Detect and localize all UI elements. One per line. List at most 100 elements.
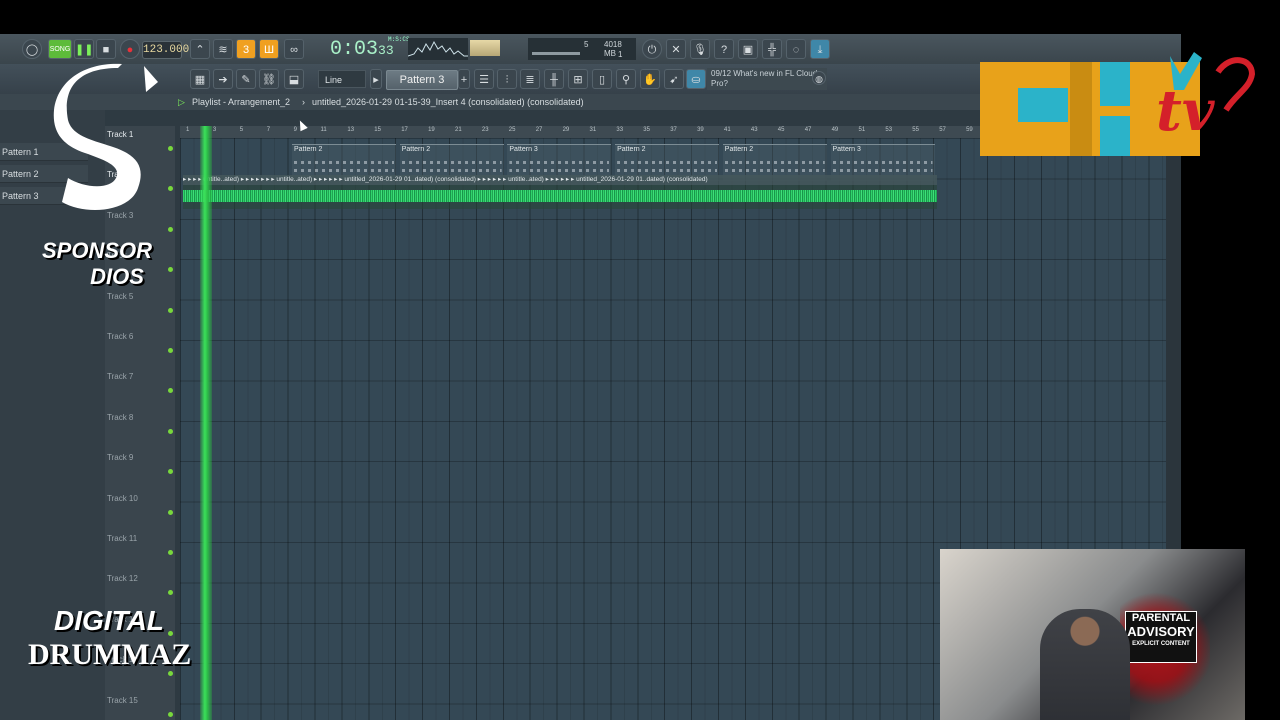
track-label[interactable]: Track 7	[107, 372, 171, 410]
plugin-icon[interactable]: ╬	[762, 39, 782, 59]
microphone-icon[interactable]: 🎙	[690, 39, 710, 59]
power-icon[interactable]: ⏻	[642, 39, 662, 59]
track-mute-led[interactable]	[168, 267, 173, 273]
ruler-tick: 35	[643, 127, 650, 133]
help-icon[interactable]: ?	[714, 39, 734, 59]
plug-icon[interactable]: ⚲	[616, 69, 636, 89]
mixer-settings-icon[interactable]: ✕	[666, 39, 686, 59]
time-main: 0:03	[330, 38, 379, 61]
track-label[interactable]: Track 8	[107, 413, 171, 451]
playlist-icon[interactable]: ☰	[474, 69, 494, 89]
ruler-tick: 53	[885, 127, 893, 133]
ruler-tick: 5	[239, 127, 244, 133]
pat-song-toggle-icon[interactable]: ◯	[22, 39, 42, 59]
stop-button[interactable]: ■	[96, 39, 116, 59]
ruler-tick: 47	[804, 127, 812, 133]
pattern-clip-notes	[832, 161, 933, 172]
sponsor-overlay: SPONSOR DIOS	[42, 238, 152, 290]
chtv-logo: tv	[980, 52, 1256, 156]
oscilloscope	[407, 38, 468, 60]
drummaz-line-1: DIGITAL	[54, 605, 164, 636]
browser-icon[interactable]: ⊞	[568, 69, 588, 89]
track-mute-led[interactable]	[168, 590, 173, 596]
track-mute-led[interactable]	[168, 428, 173, 434]
chat-icon[interactable]: ◌	[786, 39, 806, 59]
parental-line-3: EXPLICIT CONTENT	[1132, 641, 1190, 647]
track-mute-led[interactable]	[168, 509, 173, 515]
ruler-tick: 59	[966, 127, 973, 133]
digital-drummaz-overlay: DIGITAL DRUMMAZ	[28, 604, 191, 672]
song-mode-button[interactable]: SONG	[48, 39, 72, 59]
parental-advisory-sign: PARENTAL ADVISORY EXPLICIT CONTENT	[1125, 611, 1197, 663]
pattern-prev-icon[interactable]: ▸	[370, 69, 382, 89]
record-button[interactable]: ●	[120, 39, 140, 59]
track-mute-led[interactable]	[168, 226, 173, 232]
ruler-tick: 11	[320, 127, 327, 133]
stamp-icon[interactable]: ⬓	[284, 69, 304, 89]
ruler-tick: 37	[670, 127, 677, 133]
play-button[interactable]: ❚❚	[74, 39, 94, 59]
loop-record-icon[interactable]: ∞	[284, 39, 304, 59]
plugin-picker-icon[interactable]: ▯	[592, 69, 612, 89]
track-label[interactable]: Track 5	[107, 292, 171, 330]
track-mute-led[interactable]	[168, 307, 173, 313]
hand-icon[interactable]: ✋	[640, 69, 660, 89]
song-position-marker[interactable]	[200, 126, 212, 720]
ruler-tick: 41	[724, 127, 731, 133]
ruler-tick: 49	[831, 127, 839, 133]
tempo-display[interactable]: 123.000	[142, 41, 189, 59]
ruler-tick: 25	[508, 127, 516, 133]
memory-panel: 5 4018 MB 1	[528, 38, 636, 60]
arrow-icon[interactable]: ➔	[213, 69, 233, 89]
ruler-tick: 45	[777, 127, 785, 133]
snap-selector[interactable]: Line	[318, 70, 366, 88]
touch-icon[interactable]: ➹	[664, 69, 684, 89]
track-mute-led[interactable]	[168, 186, 173, 192]
globe-icon[interactable]: ◍	[812, 71, 826, 85]
ruler-tick: 27	[535, 127, 543, 133]
playlist-play-icon[interactable]: ▷	[178, 94, 185, 110]
countdown-icon[interactable]: 3	[236, 39, 256, 59]
pattern-clip-notes	[617, 161, 718, 172]
news-panel[interactable]: 09/12 What's new in FL Cloud Pro?	[707, 68, 827, 90]
track-label[interactable]: Track 10	[107, 494, 171, 532]
ruler-tick: 15	[374, 127, 381, 133]
save-icon[interactable]: ▣	[738, 39, 758, 59]
track-label[interactable]: Track 9	[107, 453, 171, 491]
brush-icon[interactable]: ✎	[236, 69, 256, 89]
ruler-tick: 13	[347, 127, 355, 133]
playlist-path[interactable]: untitled_2026-01-29 01-15-39_Insert 4 (c…	[312, 94, 584, 110]
channel-rack-icon[interactable]: ⫶	[497, 69, 517, 89]
metronome-icon[interactable]: ⌃	[190, 39, 210, 59]
sponsor-line-1: SPONSOR	[42, 238, 153, 263]
pattern-clip-label: Pattern 2	[294, 146, 323, 153]
audio-waveform	[183, 190, 937, 202]
sponsor-s-logo	[53, 63, 158, 211]
piano-roll-icon[interactable]: ▦	[190, 69, 210, 89]
track-mute-led[interactable]	[168, 711, 173, 717]
cart-icon[interactable]: ⛀	[686, 69, 706, 89]
wait-input-icon[interactable]: ≋	[213, 39, 233, 59]
pattern-clip-label: Pattern 3	[832, 146, 861, 153]
cpu-meter	[470, 40, 500, 56]
track-mute-led[interactable]	[168, 146, 173, 151]
track-label[interactable]: Track 11	[107, 534, 171, 572]
faders-icon[interactable]: ╫	[544, 69, 564, 89]
pattern-clip-notes	[294, 161, 394, 172]
ruler-tick: 7	[266, 127, 271, 133]
link-icon[interactable]: ⛓	[259, 69, 279, 89]
track-mute-led[interactable]	[168, 469, 173, 475]
step-edit-icon[interactable]: Ш	[259, 39, 279, 59]
mixer-icon[interactable]: ≣	[520, 69, 540, 89]
memory-sub: 1	[618, 50, 623, 59]
track-mute-led[interactable]	[168, 550, 173, 555]
ruler-tick: 19	[428, 127, 435, 133]
download-icon[interactable]: ⤓	[810, 39, 830, 59]
track-label[interactable]: Track 6	[107, 332, 171, 370]
track-label[interactable]: Track 15	[107, 696, 171, 720]
track-mute-led[interactable]	[168, 388, 173, 394]
track-mute-led[interactable]	[168, 348, 173, 353]
pattern-add-icon[interactable]: +	[458, 69, 470, 89]
audio-clip[interactable]: ▸ ▸ ▸ ▸ untitle..ated) ▸ ▸ ▸ ▸ ▸ ▸ ▸ unt…	[183, 175, 937, 209]
pattern-selector[interactable]: Pattern 3	[386, 70, 458, 90]
